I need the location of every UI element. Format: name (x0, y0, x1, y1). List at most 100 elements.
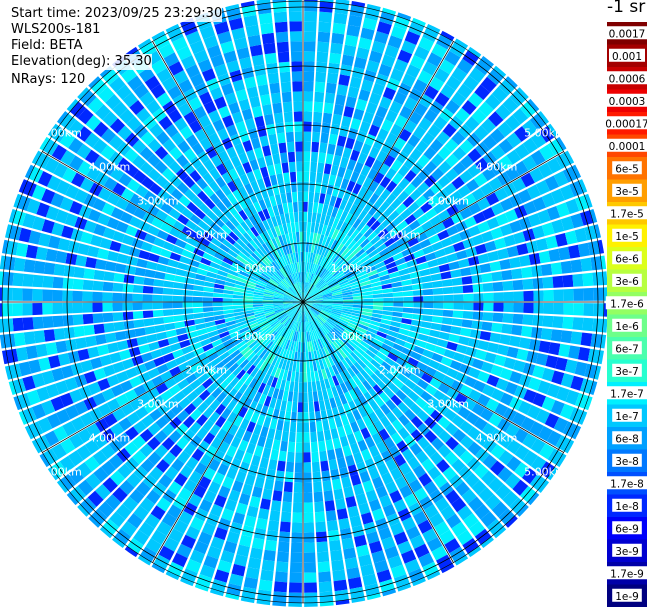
ppi-cell (52, 303, 63, 315)
ppi-cell (303, 502, 314, 513)
ppi-cell (363, 298, 374, 302)
ppi-cell (331, 32, 345, 45)
ppi-cell (328, 418, 337, 430)
ppi-cell (282, 491, 293, 503)
ppi-cell (583, 303, 594, 317)
ppi-cell (523, 290, 534, 302)
ppi-cell (339, 435, 349, 448)
ppi-cell (288, 161, 296, 173)
ppi-cell (402, 290, 414, 297)
ppi-cell (293, 492, 303, 503)
ppi-cell (296, 422, 303, 433)
ppi-cell (491, 271, 503, 282)
ppi-cell (277, 460, 286, 472)
ppi-cell (257, 435, 267, 448)
ppi-cell (290, 222, 296, 233)
ppi-cell (138, 250, 151, 260)
ppi-cell (249, 44, 263, 57)
ppi-cell (319, 591, 334, 603)
ppi-cell (493, 292, 504, 302)
ppi-cell (330, 428, 339, 440)
ppi-cell (303, 382, 308, 393)
ppi-cell (446, 341, 458, 351)
ppi-cell (43, 262, 56, 275)
ppi-cell (477, 340, 490, 351)
ppi-cell (303, 422, 310, 433)
ppi-cell (419, 268, 431, 277)
ppi-cell (313, 401, 320, 412)
ppi-cell (580, 257, 593, 272)
ppi-cell (162, 302, 173, 309)
ppi-cell (142, 294, 153, 302)
ppi-cell (303, 221, 307, 232)
ppi-cell (136, 258, 148, 268)
ppi-cell (113, 321, 125, 332)
ppi-cell (321, 470, 331, 482)
ppi-cell (460, 327, 472, 337)
ppi-cell (277, 541, 290, 553)
ppi-cell (338, 74, 351, 86)
ppi-cell (295, 361, 300, 373)
ppi-cell (303, 362, 307, 373)
ppi-cell (303, 101, 313, 112)
ppi-cell (325, 510, 337, 522)
ppi-cell (303, 71, 315, 82)
ppi-cell (538, 250, 551, 264)
ppi-cell (562, 274, 574, 288)
ppi-cell (257, 156, 267, 169)
ppi-cell (92, 313, 104, 324)
ppi-cell (460, 267, 472, 277)
ppi-cell (172, 295, 183, 302)
ppi-cell (293, 211, 299, 223)
ppi-cell (323, 429, 332, 441)
ppi-cell (307, 371, 312, 383)
ppi-cell (280, 193, 287, 204)
ppi-cell (489, 332, 501, 343)
ppi-cell (318, 581, 333, 593)
ppi-cell (560, 260, 573, 274)
ppi-cell (43, 329, 56, 342)
ppi-cell (268, 459, 278, 471)
ppi-cell (318, 440, 326, 452)
ppi-cell (269, 82, 281, 94)
ppi-cell (316, 51, 329, 63)
colorbar-tick-label: 1.7e-8 (610, 478, 644, 490)
ppi-cell (343, 486, 355, 498)
ppi-cell (412, 283, 423, 290)
ppi-cell (372, 293, 384, 298)
ppi-cell (303, 412, 309, 423)
ppi-cell (453, 294, 464, 302)
ppi-cell (423, 295, 434, 302)
ppi-cell (32, 316, 44, 330)
ppi-cell (251, 106, 263, 118)
ppi-cell (562, 316, 574, 330)
ppi-cell (304, 552, 316, 563)
ppi-cell (295, 231, 300, 243)
ppi-cell (327, 143, 336, 155)
ppi-cell (455, 344, 468, 354)
ppi-cell (392, 307, 404, 313)
ppi-cell (382, 306, 394, 312)
ppi-cell (304, 1, 318, 12)
ppi-cell (22, 303, 33, 316)
ppi-cell (287, 151, 296, 163)
ppi-cell (523, 302, 534, 314)
ppi-cell (412, 289, 424, 296)
ppi-cell (132, 293, 143, 302)
ppi-cell (173, 315, 184, 322)
ppi-cell (304, 572, 317, 583)
ppi-cell (278, 183, 286, 194)
ppi-cell (580, 332, 593, 347)
ppi-cell (164, 322, 176, 331)
ppi-cell (281, 91, 292, 103)
ppi-cell (193, 285, 204, 292)
ppi-cell (337, 135, 347, 147)
ppi-cell (260, 94, 271, 106)
colorbar-unit-label: -1 sr (607, 0, 646, 17)
ppi-cell (261, 32, 275, 45)
ppi-cell (502, 280, 514, 291)
ppi-cell (263, 549, 276, 562)
ppi-cell (202, 297, 213, 302)
ppi-cell (53, 263, 66, 276)
ppi-cell (272, 591, 287, 603)
